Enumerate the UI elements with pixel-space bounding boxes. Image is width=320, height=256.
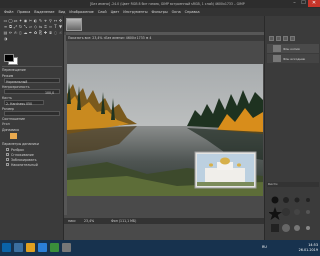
menu-view[interactable]: Вид — [58, 10, 65, 14]
dodge-burn-icon[interactable]: ◑ — [3, 36, 8, 41]
dynamics-preview-chip[interactable] — [10, 133, 17, 139]
menu-file[interactable]: Файл — [4, 10, 13, 14]
dynamics-label: Динамика — [2, 128, 19, 132]
layer-row[interactable]: Фон исходник — [267, 54, 319, 63]
statusbar: Фон (111,1 МБ) пикс 23,4% — [64, 218, 264, 224]
size-slider[interactable] — [4, 111, 60, 116]
channels-tab-icon[interactable] — [276, 36, 281, 41]
window-titlebar: [Без имени] -24.0 (Цвет RGB 8 бит гамма,… — [0, 0, 320, 8]
right-dock: Фон копия Фон исходник Кисти 2. Hardness… — [264, 16, 320, 245]
layer-row[interactable]: Фон копия — [267, 44, 319, 53]
lock-label: Заблокировать — [11, 157, 37, 162]
menu-layer[interactable]: Слой — [98, 10, 107, 14]
jitter-label: Разброс — [11, 147, 25, 152]
menu-help[interactable]: Справка — [185, 10, 200, 14]
layer-name: Фон исходник — [283, 56, 306, 61]
landscape-photo — [67, 64, 263, 196]
input-language[interactable]: RU — [262, 245, 267, 249]
aspect-label: Соотношение — [2, 117, 26, 121]
opacity-slider[interactable]: 100,0 — [4, 89, 60, 95]
brush-grid[interactable] — [268, 194, 317, 238]
brushes-title: Кисти — [267, 182, 319, 187]
minimize-button[interactable]: – — [290, 0, 299, 7]
foreground-color-swatch[interactable] — [4, 54, 14, 62]
canvas-image[interactable] — [67, 64, 263, 196]
menubar: Файл Правка Выделение Вид Изображение Сл… — [0, 8, 320, 16]
unit-select[interactable]: пикс — [68, 219, 76, 223]
incremental-label: Накопительный — [11, 162, 38, 167]
brush-presets — [268, 196, 310, 232]
menu-filters[interactable]: Фильтры — [152, 10, 168, 14]
history-tab-icon[interactable] — [290, 36, 295, 41]
incremental-checkbox[interactable] — [6, 163, 9, 166]
menu-select[interactable]: Выделение — [34, 10, 54, 14]
layer-thumbnail — [273, 45, 281, 52]
window-title: [Без имени] -24.0 (Цвет RGB 8 бит гамма,… — [90, 1, 245, 6]
image-info-bar: Показать все: 23,4% «Без имени» 4600×173… — [66, 35, 264, 41]
angle-label: Угол — [2, 122, 10, 126]
menu-tools[interactable]: Инструменты — [123, 10, 147, 14]
edge-browser-icon[interactable] — [38, 243, 47, 252]
menu-colors[interactable]: Цвет — [111, 10, 120, 14]
move-icon[interactable]: ✥ — [58, 18, 63, 23]
maximize-button[interactable]: ☐ — [299, 0, 308, 7]
start-button-icon[interactable] — [2, 243, 11, 252]
opacity-value: 100,0 — [45, 90, 55, 95]
jitter-checkbox[interactable] — [6, 148, 9, 151]
smooth-label: Сглаживание — [11, 152, 34, 157]
layers-tab-icon[interactable] — [269, 36, 274, 41]
search-icon[interactable] — [14, 243, 23, 252]
store-icon[interactable] — [50, 243, 59, 252]
brush-select[interactable]: 2. Hardness 050 — [4, 100, 44, 106]
menu-image[interactable]: Изображение — [69, 10, 93, 14]
smooth-checkbox[interactable] — [6, 153, 9, 156]
layer-thumbnail — [273, 55, 281, 62]
close-button[interactable]: ✕ — [308, 0, 320, 7]
image-thumbnail — [66, 18, 82, 31]
status-text: Фон (111,1 МБ) — [111, 219, 137, 223]
zoom-select[interactable]: 23,4% — [84, 219, 94, 223]
layer-name: Фон копия — [283, 46, 300, 51]
mode-value: Нормальный — [6, 79, 28, 84]
tool-options-title: Перемещение — [2, 68, 26, 72]
gimp-taskbar-icon[interactable] — [62, 243, 71, 252]
mode-select[interactable]: Нормальный — [4, 78, 60, 84]
dynamics-options-label: Параметры динамики — [2, 142, 39, 146]
divider — [2, 66, 62, 67]
clock-date: 26.01.2019 — [298, 247, 318, 252]
lock-checkbox[interactable] — [6, 158, 9, 161]
smudge-icon[interactable]: ☝ — [58, 30, 63, 35]
file-explorer-icon[interactable] — [26, 243, 35, 252]
paths-tab-icon[interactable] — [283, 36, 288, 41]
image-tab[interactable] — [64, 16, 264, 32]
bucket-fill-icon[interactable]: ▼ — [58, 24, 63, 29]
menu-edit[interactable]: Правка — [17, 10, 30, 14]
menu-windows[interactable]: Окна — [172, 10, 181, 14]
taskbar: RU 14:53 26.01.2019 — [0, 240, 320, 256]
clock[interactable]: 14:53 26.01.2019 — [299, 243, 318, 252]
toolbox-panel: ▭ ◯ ᔕ ✦ ◉ ✂ ◐ ✎ ⌖ ⚲ ↔ ✥ ≡ ⧉ ⤢ ↻ ⤡ ▱ ◇ ⇋ ⌗ ≈ T ▼ ▤ ✏ ✍ ▯ ☁ ✒ ✿ ⎘ ✚ ⧇ ◌ ☝ ◑ Пе… — [0, 16, 64, 240]
brush-value: 2. Hardness 050 — [6, 101, 33, 106]
